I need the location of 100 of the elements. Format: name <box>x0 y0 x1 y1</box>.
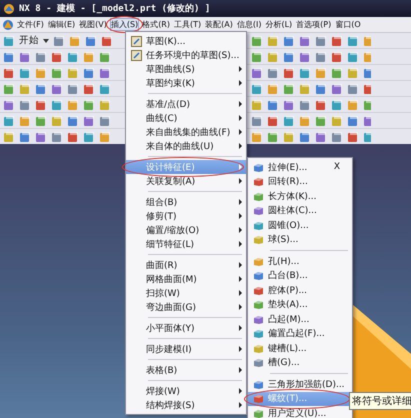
menu-item[interactable]: 回转(R)... <box>248 174 352 189</box>
toolbar-icon[interactable] <box>99 66 111 78</box>
toolbar-icon[interactable] <box>67 130 79 142</box>
toolbar-icon[interactable] <box>299 50 311 62</box>
toolbar-icon[interactable] <box>3 66 15 78</box>
toolbar-icon[interactable] <box>347 98 359 110</box>
toolbar-icon[interactable] <box>19 114 31 126</box>
toolbar-icon[interactable] <box>315 66 327 78</box>
menu-item[interactable]: 三角形加强筋(D)... <box>248 377 352 392</box>
toolbar-icon[interactable] <box>19 98 31 110</box>
toolbar-icon[interactable] <box>35 98 47 110</box>
toolbar-icon[interactable] <box>267 82 279 94</box>
toolbar-icon[interactable] <box>283 130 295 142</box>
toolbar-icon[interactable] <box>251 82 263 94</box>
menu-item[interactable]: 垫块(A)... <box>248 298 352 312</box>
toolbar-icon[interactable] <box>283 114 295 126</box>
toolbar-icon[interactable] <box>83 66 95 78</box>
menu-item[interactable]: 关联复制(A) <box>126 174 246 188</box>
toolbar-icon[interactable] <box>83 130 95 142</box>
menu-bar-item[interactable]: 工具(T) <box>173 18 202 31</box>
toolbar-icon[interactable] <box>267 130 279 142</box>
menu-item[interactable]: 扫掠(W) <box>126 286 246 300</box>
toolbar-icon[interactable] <box>347 82 359 94</box>
menu-item[interactable]: 球(S)... <box>248 232 352 247</box>
menu-bar-item[interactable]: 信息(I) <box>236 18 262 31</box>
toolbar-icon[interactable] <box>19 130 31 142</box>
toolbar-icon[interactable] <box>35 50 47 62</box>
toolbar-icon[interactable] <box>67 66 79 78</box>
toolbar-icon[interactable] <box>267 50 279 62</box>
toolbar-icon[interactable] <box>267 114 279 126</box>
toolbar-icon[interactable] <box>3 50 15 62</box>
toolbar-icon[interactable] <box>35 82 47 94</box>
menu-item[interactable]: 拉伸(E)... X <box>248 160 352 174</box>
menu-bar-item[interactable]: 首选项(P) <box>295 18 332 31</box>
toolbar-icon[interactable] <box>51 82 63 94</box>
toolbar-icon[interactable] <box>331 66 343 78</box>
toolbar-icon[interactable] <box>347 114 359 126</box>
toolbar-icon[interactable] <box>315 130 327 142</box>
toolbar-icon[interactable] <box>3 82 15 94</box>
toolbar-icon[interactable] <box>299 98 311 110</box>
menu-item[interactable]: 凸起(M)... <box>248 312 352 326</box>
menu-item[interactable]: 基准/点(D) <box>126 97 246 111</box>
menu-bar-item[interactable]: 插入(S) <box>110 18 140 31</box>
toolbar-icon[interactable] <box>283 34 295 46</box>
toolbar-icon[interactable] <box>251 114 263 126</box>
toolbar-icon[interactable] <box>331 98 343 110</box>
menu-item[interactable]: 表格(B) <box>126 363 246 377</box>
toolbar-icon[interactable] <box>51 66 63 78</box>
toolbar-icon[interactable] <box>99 50 111 62</box>
toolbar-icon[interactable] <box>35 66 47 78</box>
toolbar-icon[interactable] <box>19 66 31 78</box>
toolbar-icon[interactable] <box>19 82 31 94</box>
toolbar-icon[interactable] <box>51 50 63 62</box>
menu-bar-item[interactable]: 视图(V) <box>78 18 108 31</box>
toolbar-icon[interactable] <box>99 82 111 94</box>
toolbar-icon[interactable] <box>315 114 327 126</box>
toolbar-icon[interactable] <box>3 130 15 142</box>
toolbar-icon[interactable] <box>67 114 79 126</box>
menu-item[interactable]: 凸台(B)... <box>248 268 352 283</box>
toolbar-icon[interactable] <box>251 130 263 142</box>
toolbar-icon[interactable] <box>67 82 79 94</box>
toolbar-icon[interactable] <box>53 34 65 46</box>
menu-bar-item[interactable]: 窗口(O <box>334 18 362 31</box>
toolbar-icon[interactable] <box>19 50 31 62</box>
menu-item[interactable]: 结构焊接(S) <box>126 398 246 412</box>
toolbar-icon[interactable] <box>83 50 95 62</box>
toolbar-icon[interactable] <box>3 98 15 110</box>
toolbar-icon[interactable] <box>69 34 81 46</box>
toolbar-icon[interactable] <box>331 82 343 94</box>
menu-item[interactable]: 圆锥(O)... <box>248 218 352 232</box>
toolbar-icon[interactable] <box>267 98 279 110</box>
toolbar-icon[interactable] <box>251 34 263 46</box>
menu-item[interactable]: 键槽(L)... <box>248 341 352 356</box>
toolbar-icon[interactable] <box>35 114 47 126</box>
menu-item[interactable]: 曲线(C) <box>126 111 246 125</box>
toolbar-icon[interactable] <box>83 98 95 110</box>
toolbar-icon[interactable] <box>299 114 311 126</box>
menu-item[interactable]: 孔(H)... <box>248 254 352 268</box>
menu-item[interactable]: 曲面(R) <box>126 258 246 272</box>
toolbar-icon[interactable] <box>331 50 343 62</box>
toolbar-icon[interactable] <box>101 34 113 46</box>
menu-item[interactable]: 修剪(T) <box>126 209 246 223</box>
toolbar-icon[interactable] <box>83 114 95 126</box>
toolbar-icon[interactable] <box>299 82 311 94</box>
toolbar-icon[interactable] <box>251 50 263 62</box>
toolbar-icon[interactable] <box>99 98 111 110</box>
toolbar-icon[interactable] <box>99 114 111 126</box>
toolbar-icon[interactable] <box>331 34 343 46</box>
toolbar-icon[interactable] <box>315 98 327 110</box>
menu-item[interactable]: 细节特征(L) <box>126 237 246 251</box>
toolbar-icon[interactable] <box>283 50 295 62</box>
menu-bar-item[interactable]: 文件(F) <box>16 18 45 31</box>
toolbar-icon[interactable] <box>315 50 327 62</box>
toolbar-icon[interactable] <box>67 50 79 62</box>
menu-bar-item[interactable]: 装配(A) <box>204 18 234 31</box>
menu-item[interactable]: 草图约束(K) <box>126 76 246 90</box>
toolbar-icon[interactable] <box>3 34 15 46</box>
toolbar-icon[interactable] <box>83 82 95 94</box>
toolbar-icon[interactable] <box>299 66 311 78</box>
toolbar-icon[interactable] <box>315 82 327 94</box>
